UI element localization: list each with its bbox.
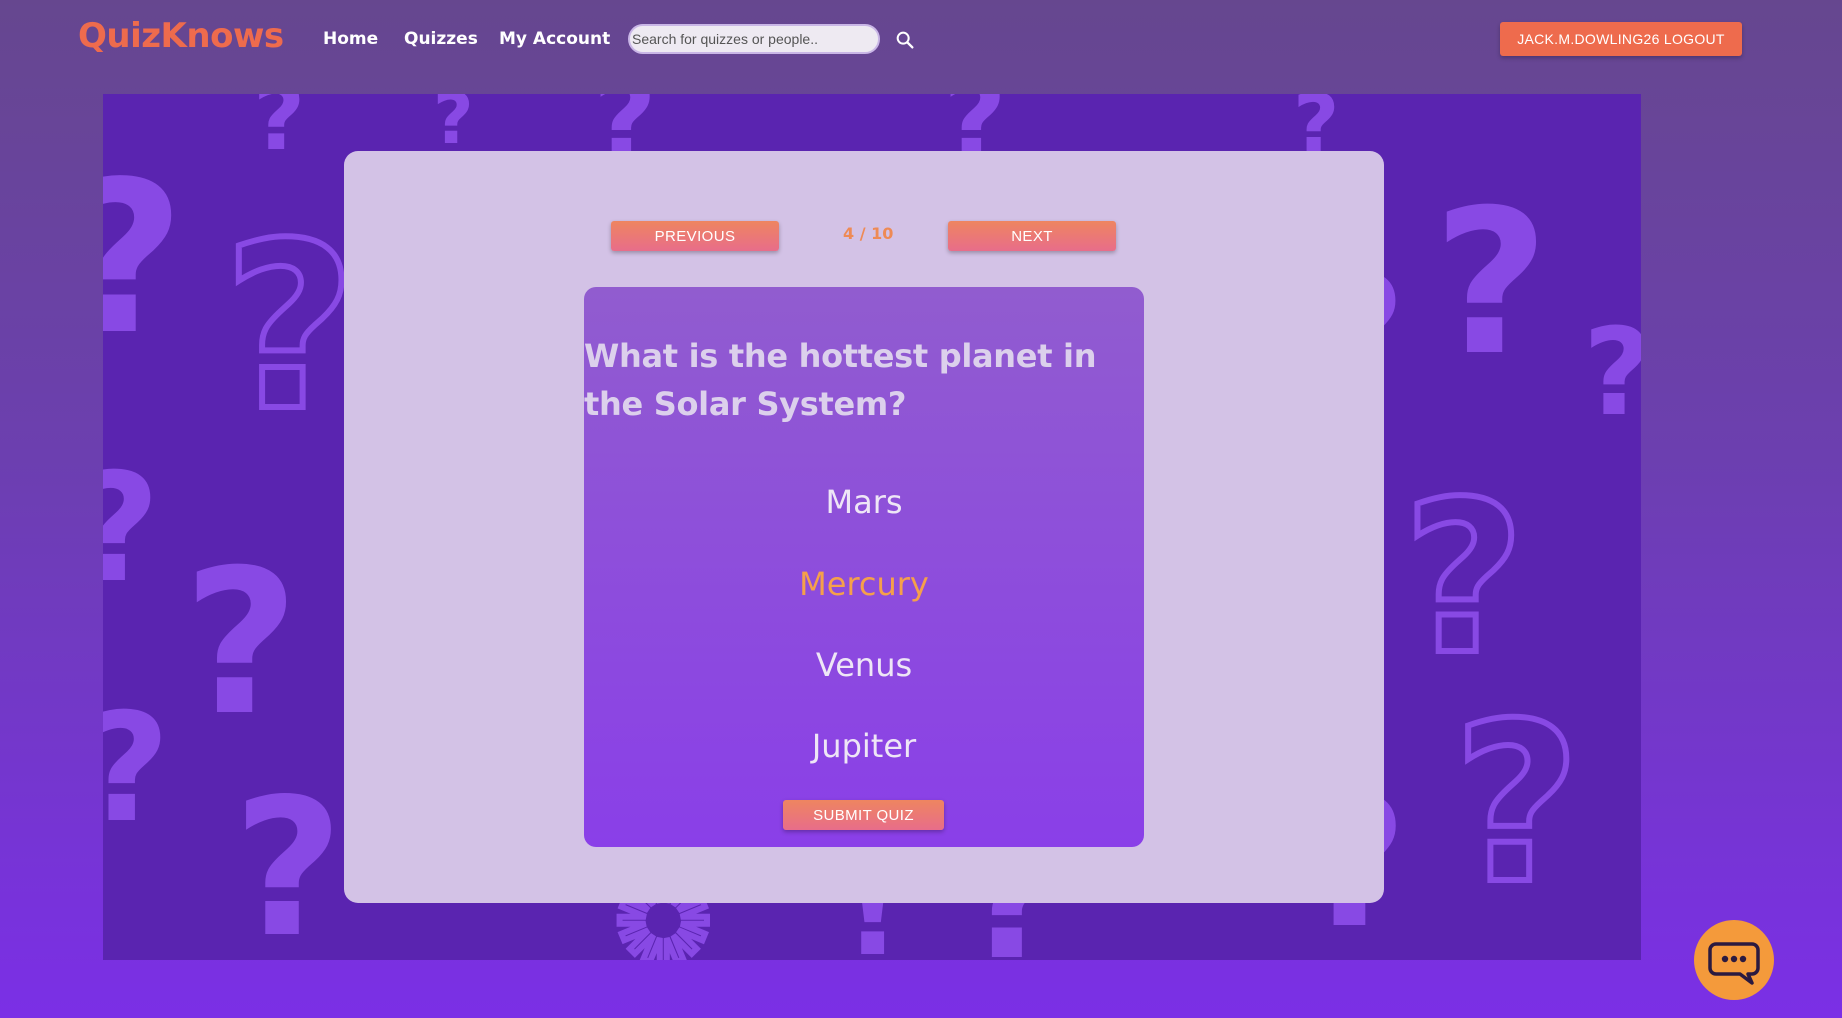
answer-option-mars[interactable]: Mars [584,483,1144,521]
chat-button[interactable] [1694,920,1774,1000]
answer-option-venus[interactable]: Venus [584,646,1144,684]
question-mark-decoration: ? [433,94,474,160]
question-text: What is the hottest planet in the Solar … [584,337,1097,423]
question-mark-decoration: ? [103,454,160,604]
previous-button[interactable]: PREVIOUS [611,221,779,251]
nav-home[interactable]: Home [323,29,378,49]
question-mark-decoration: ? [103,694,170,844]
next-button[interactable]: NEXT [948,221,1116,251]
question-mark-decoration: ? [103,154,185,364]
submit-quiz-button[interactable]: SUBMIT QUIZ [783,800,944,830]
answer-option-jupiter[interactable]: Jupiter [584,727,1144,765]
answer-option-mercury[interactable]: Mercury [584,565,1144,603]
question-counter: 4 / 10 [843,224,894,243]
chat-bubble-icon [1708,942,1760,985]
question-mark-decoration: ? [183,527,300,760]
search-input[interactable] [628,24,880,54]
nav-my-account[interactable]: My Account [499,29,610,49]
question-mark-decoration: ? [233,758,344,961]
search-icon[interactable] [894,29,916,51]
question-mark-decoration: ? [1400,456,1528,701]
question-mark-decoration: ? [1433,167,1550,400]
question-mark-decoration: ? [1450,676,1584,932]
question-mark-decoration: ? [220,195,359,462]
nav-quizzes[interactable]: Quizzes [404,29,478,49]
question-mark-decoration: ? [1583,314,1641,434]
logout-button[interactable]: JACK.M.DOWLING26 LOGOUT [1500,22,1742,56]
brand-logo[interactable]: QuizKnows [78,16,284,56]
question-mark-decoration: ? [253,94,306,171]
